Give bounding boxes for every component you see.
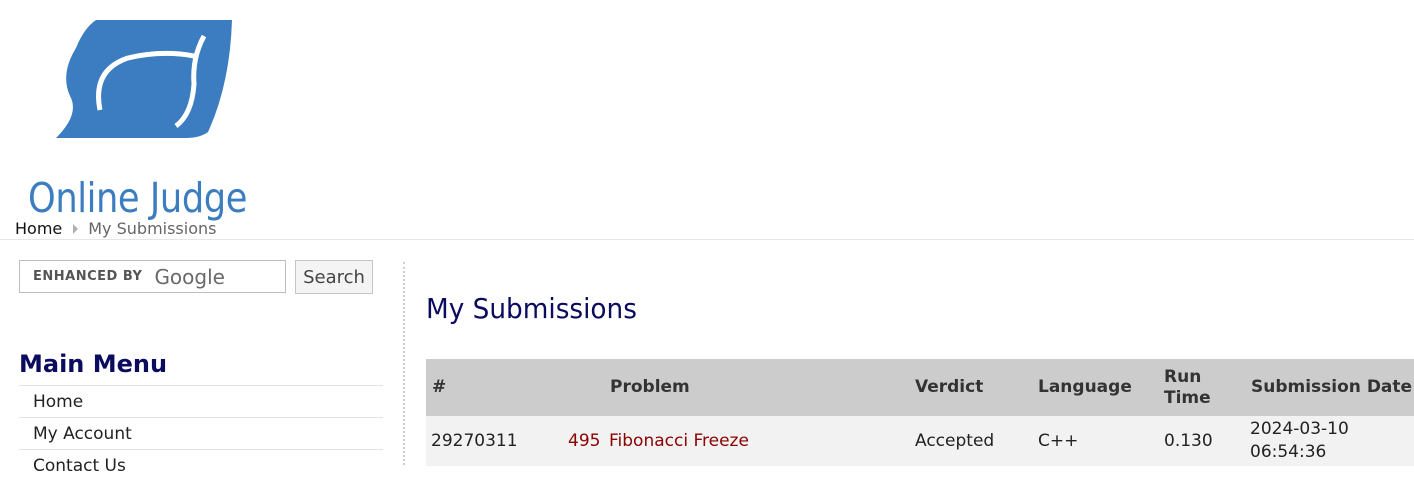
submission-date: 2024-03-10 06:54:36 <box>1250 416 1349 466</box>
header-run-time-line1: Run <box>1164 366 1202 387</box>
header-run-time-line2: Time <box>1164 387 1211 408</box>
header-language: Language <box>1038 377 1132 397</box>
page-title: My Submissions <box>426 292 637 325</box>
run-time: 0.130 <box>1164 430 1213 451</box>
menu-item-home[interactable]: Home <box>19 385 383 417</box>
menu-item-my-account[interactable]: My Account <box>19 417 383 449</box>
main-menu-title: Main Menu <box>19 350 168 378</box>
logo-text: Online Judge <box>28 174 247 222</box>
search-button[interactable]: Search <box>295 260 373 294</box>
submission-id: 29270311 <box>431 430 518 451</box>
logo-mark-icon <box>56 20 232 138</box>
table-row: 29270311 495 Fibonacci Freeze Accepted C… <box>426 416 1414 466</box>
submission-date-time: 06:54:36 <box>1250 442 1327 462</box>
header-run-time: Run Time <box>1164 359 1211 416</box>
header-verdict: Verdict <box>915 377 984 397</box>
site-logo[interactable]: Online Judge <box>26 14 258 226</box>
problem-number-link[interactable]: 495 <box>568 416 600 466</box>
breadcrumb-separator-icon <box>73 223 79 234</box>
menu-item-contact-us[interactable]: Contact Us <box>19 449 383 481</box>
header-problem: Problem <box>610 377 690 397</box>
breadcrumb-home-link[interactable]: Home <box>15 219 62 238</box>
verdict: Accepted <box>915 430 995 451</box>
breadcrumb-current: My Submissions <box>88 219 217 238</box>
problem-name-link[interactable]: Fibonacci Freeze <box>609 416 749 466</box>
sidebar-divider <box>403 262 405 465</box>
submission-date-day: 2024-03-10 <box>1250 419 1349 439</box>
header-divider <box>0 239 1414 240</box>
table-header-row: # Problem Verdict Language Run Time Subm… <box>426 359 1414 416</box>
header-id: # <box>432 377 447 397</box>
main-menu-list: Home My Account Contact Us <box>19 385 383 481</box>
enhanced-by-label: ENHANCED BY <box>33 269 143 284</box>
search-input[interactable]: ENHANCED BY Google <box>19 260 286 293</box>
google-logo-text: Google <box>154 264 225 289</box>
language: C++ <box>1038 430 1079 451</box>
breadcrumb: Home My Submissions <box>15 219 216 238</box>
header-submission-date: Submission Date <box>1251 377 1413 397</box>
submissions-table: # Problem Verdict Language Run Time Subm… <box>426 359 1414 466</box>
